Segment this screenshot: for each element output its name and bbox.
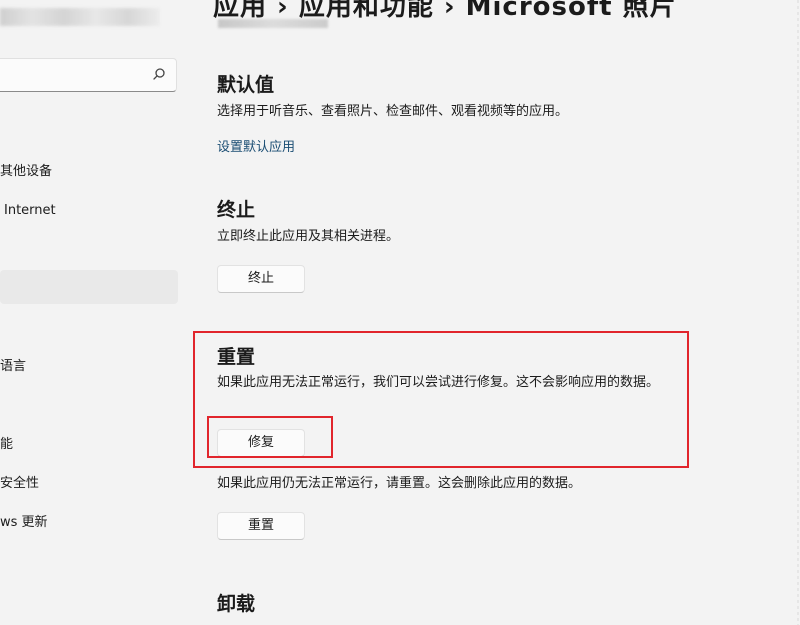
section-title-defaults: 默认值 — [217, 74, 275, 96]
sidebar-item-internet[interactable]: Internet — [0, 194, 182, 228]
sidebar-item-label: 安全性 — [0, 476, 40, 491]
search-icon — [153, 68, 165, 80]
reset-description: 如果此应用仍无法正常运行，请重置。这会删除此应用的数据。 — [217, 476, 582, 491]
sidebar-item-apps[interactable] — [0, 270, 178, 304]
main-content: 应用 › 应用和功能 › Microsoft 照片 默认值 选择用于听音乐、查看… — [185, 0, 800, 625]
terminate-button[interactable]: 终止 — [217, 265, 305, 293]
sidebar-item-other-devices[interactable]: 其他设备 — [0, 155, 178, 189]
sidebar-item-label: Internet — [4, 203, 56, 218]
section-description-terminate: 立即终止此应用及其相关进程。 — [217, 229, 400, 244]
sidebar: 其他设备 Internet 语言 能 安全性 ws 更新 — [0, 0, 185, 625]
section-title-terminate: 终止 — [217, 199, 256, 221]
subtitle-blurred — [218, 19, 328, 28]
sidebar-item-label: 语言 — [0, 359, 27, 374]
sidebar-item-label: 其他设备 — [0, 164, 53, 179]
repair-button-highlight — [207, 416, 333, 458]
sidebar-item-language[interactable]: 语言 — [0, 350, 178, 384]
search-box[interactable] — [0, 58, 177, 92]
set-default-apps-link[interactable]: 设置默认应用 — [217, 136, 295, 155]
sidebar-item-accessibility[interactable]: 能 — [0, 428, 178, 462]
sidebar-item-security[interactable]: 安全性 — [0, 467, 178, 501]
sidebar-item-windows-update[interactable]: ws 更新 — [0, 506, 178, 540]
sidebar-item-label: ws 更新 — [0, 515, 48, 530]
sidebar-item-label: 能 — [0, 437, 14, 452]
scrollbar[interactable] — [796, 0, 800, 625]
user-account-blurred — [0, 8, 160, 26]
reset-button[interactable]: 重置 — [217, 512, 305, 540]
section-title-uninstall: 卸载 — [217, 593, 256, 615]
section-description-defaults: 选择用于听音乐、查看照片、检查邮件、观看视频等的应用。 — [217, 104, 569, 119]
search-input[interactable] — [0, 59, 153, 89]
